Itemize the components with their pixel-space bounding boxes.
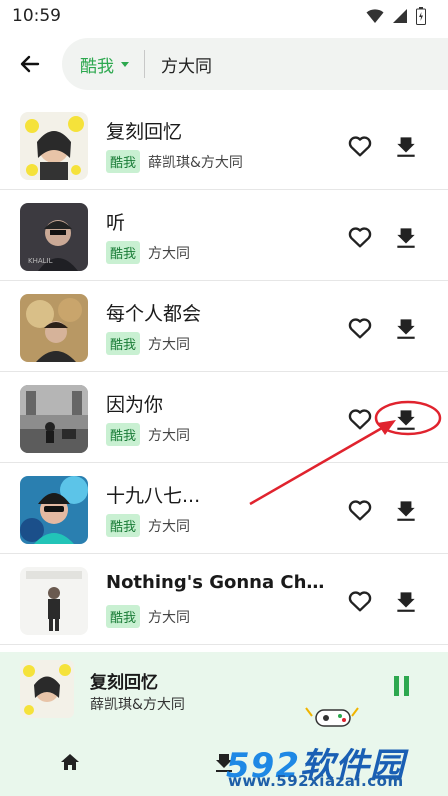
source-label: 酷我: [80, 56, 114, 77]
source-badge: 酷我: [106, 332, 141, 355]
download-icon[interactable]: [393, 497, 419, 523]
song-title: 每个人都会: [106, 303, 202, 325]
song-row[interactable]: 因为你 酷我 方大同: [0, 373, 448, 463]
gamepad-icon: [305, 707, 359, 727]
favorite-heart-icon[interactable]: [346, 132, 374, 160]
source-badge: 酷我: [106, 605, 141, 628]
song-artist: 方大同: [148, 609, 191, 626]
wifi-icon: [366, 9, 384, 23]
signal-icon: [393, 9, 407, 23]
arrow-left-icon: [20, 55, 40, 73]
status-icons: [366, 7, 426, 25]
site-watermark: 592软件园 www.592xiazai.com: [218, 700, 448, 796]
favorite-heart-icon[interactable]: [346, 496, 374, 524]
song-row[interactable]: KHALIL 听 酷我 方大同: [0, 191, 448, 281]
song-meta: 酷我 方大同: [106, 605, 190, 628]
caret-down-icon: [121, 62, 129, 67]
song-artist: 方大同: [148, 245, 191, 262]
favorite-heart-icon[interactable]: [346, 587, 374, 615]
search-header: 酷我 方大同: [0, 32, 448, 94]
album-cover: [20, 385, 88, 453]
song-artist: 方大同: [148, 518, 191, 535]
now-playing-title: 复刻回忆: [90, 673, 158, 693]
song-title: 复刻回忆: [106, 121, 183, 143]
source-badge: 酷我: [106, 423, 141, 446]
now-playing-cover: [20, 660, 74, 718]
pause-button[interactable]: [389, 676, 413, 700]
album-cover: [20, 294, 88, 362]
source-badge: 酷我: [106, 514, 141, 537]
search-input[interactable]: 方大同: [161, 52, 212, 77]
download-icon[interactable]: [393, 315, 419, 341]
svg-text:KHALIL: KHALIL: [28, 257, 53, 265]
now-playing-artist: 薛凯琪&方大同: [90, 697, 185, 713]
home-icon[interactable]: [58, 750, 82, 774]
search-box[interactable]: 酷我 方大同: [62, 38, 448, 90]
song-list: 复刻回忆 酷我 薛凯琪&方大同 KHALIL 听 酷我 方大同 每个人都会 酷我…: [0, 100, 448, 652]
download-icon[interactable]: [393, 588, 419, 614]
song-artist: 方大同: [148, 427, 191, 444]
song-title: 因为你: [106, 394, 164, 416]
song-title: Nothing's Gonna Cha...: [106, 572, 326, 593]
song-artist: 薛凯琪&方大同: [148, 154, 243, 171]
song-meta: 酷我 方大同: [106, 423, 190, 446]
source-badge: 酷我: [106, 241, 141, 264]
download-icon[interactable]: [393, 133, 419, 159]
song-title: 听: [106, 212, 126, 234]
download-icon[interactable]: [393, 406, 419, 432]
song-artist: 方大同: [148, 336, 191, 353]
pause-bar-left: [393, 676, 399, 696]
song-row[interactable]: Nothing's Gonna Cha... 酷我 方大同: [0, 555, 448, 645]
song-title: 十九八七...: [106, 485, 201, 507]
download-icon[interactable]: [393, 224, 419, 250]
status-bar: 10:59: [0, 0, 448, 32]
song-meta: 酷我 薛凯琪&方大同: [106, 150, 243, 173]
album-cover: [20, 567, 88, 635]
watermark-url: www.592xiazai.com: [228, 772, 404, 790]
pause-bar-right: [403, 676, 409, 696]
source-badge: 酷我: [106, 150, 141, 173]
search-divider: [144, 50, 145, 78]
song-meta: 酷我 方大同: [106, 241, 190, 264]
status-time: 10:59: [12, 6, 61, 26]
album-cover: KHALIL: [20, 203, 88, 271]
song-row[interactable]: 十九八七... 酷我 方大同: [0, 464, 448, 554]
battery-icon: [416, 7, 426, 25]
back-button[interactable]: [14, 48, 46, 80]
favorite-heart-icon[interactable]: [346, 314, 374, 342]
favorite-heart-icon[interactable]: [346, 223, 374, 251]
song-meta: 酷我 方大同: [106, 514, 190, 537]
song-meta: 酷我 方大同: [106, 332, 190, 355]
song-row[interactable]: 复刻回忆 酷我 薛凯琪&方大同: [0, 100, 448, 190]
favorite-heart-icon[interactable]: [346, 405, 374, 433]
source-dropdown[interactable]: 酷我: [62, 38, 132, 90]
album-cover: [20, 476, 88, 544]
song-row[interactable]: 每个人都会 酷我 方大同: [0, 282, 448, 372]
album-cover: [20, 112, 88, 180]
